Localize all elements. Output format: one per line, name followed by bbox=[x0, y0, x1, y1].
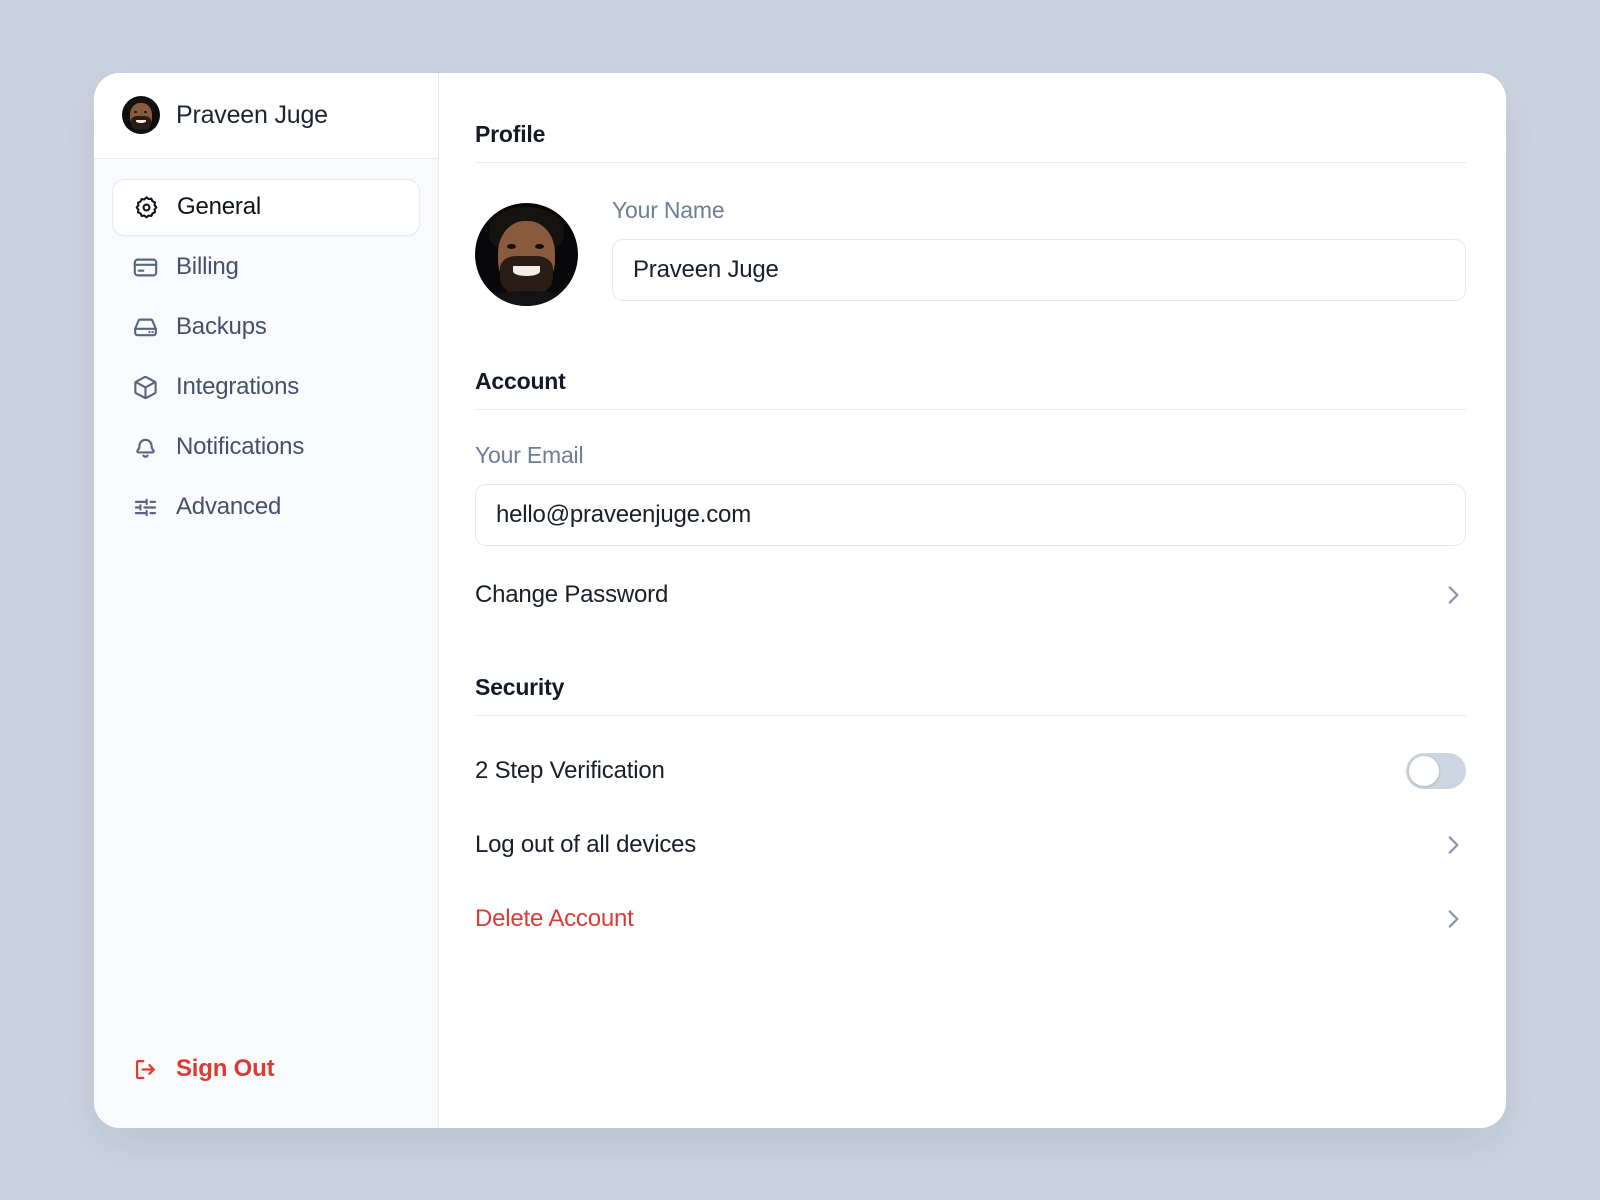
two-step-verification-label: 2 Step Verification bbox=[475, 756, 665, 784]
sidebar-item-advanced[interactable]: Advanced bbox=[112, 479, 420, 536]
page-background: Praveen Juge General Billing Backups Int… bbox=[0, 0, 1600, 1200]
sidebar-item-label: Billing bbox=[176, 253, 239, 280]
profile-row: Your Name bbox=[475, 197, 1466, 306]
name-field-group: Your Name bbox=[612, 197, 1466, 301]
sidebar-item-label: Advanced bbox=[176, 493, 282, 520]
profile-avatar-photo[interactable] bbox=[475, 202, 578, 306]
settings-window: Praveen Juge General Billing Backups Int… bbox=[94, 72, 1506, 1128]
chevron-right-icon bbox=[1440, 906, 1466, 932]
bell-icon bbox=[130, 432, 160, 462]
sidebar-item-label: Integrations bbox=[176, 373, 300, 400]
sidebar-item-general[interactable]: General bbox=[112, 178, 420, 236]
sidebar-item-label: Notifications bbox=[176, 433, 305, 460]
delete-account-row[interactable]: Delete Account bbox=[475, 886, 1466, 952]
hard-drive-icon bbox=[130, 312, 160, 342]
sidebar-item-label: General bbox=[177, 193, 261, 220]
log-out-all-devices-row[interactable]: Log out of all devices bbox=[475, 812, 1466, 878]
sidebar-user-header[interactable]: Praveen Juge bbox=[94, 72, 438, 159]
sign-out-label: Sign Out bbox=[176, 1055, 275, 1082]
toggle-knob bbox=[1409, 755, 1439, 786]
logout-icon bbox=[130, 1054, 160, 1084]
change-password-label: Change Password bbox=[475, 580, 669, 608]
name-field-label: Your Name bbox=[612, 196, 725, 223]
two-step-verification-toggle[interactable] bbox=[1406, 752, 1466, 789]
email-field-label: Your Email bbox=[475, 441, 584, 468]
email-field-group: Your Email bbox=[475, 442, 1466, 546]
security-section-title: Security bbox=[475, 674, 1466, 716]
sidebar-item-notifications[interactable]: Notifications bbox=[112, 419, 420, 476]
profile-section-title: Profile bbox=[475, 121, 1466, 163]
sidebar-item-billing[interactable]: Billing bbox=[112, 239, 420, 296]
settings-rosette-icon bbox=[131, 192, 161, 222]
cube-icon bbox=[130, 372, 160, 402]
sliders-icon bbox=[130, 492, 160, 522]
change-password-row[interactable]: Change Password bbox=[475, 562, 1466, 628]
sidebar-item-backups[interactable]: Backups bbox=[112, 299, 420, 356]
chevron-right-icon bbox=[1440, 582, 1466, 608]
name-input[interactable] bbox=[612, 238, 1466, 301]
credit-card-icon bbox=[130, 252, 160, 282]
sidebar-nav: General Billing Backups Integrations Not… bbox=[94, 159, 438, 536]
sidebar-user-name: Praveen Juge bbox=[176, 100, 328, 129]
sidebar: Praveen Juge General Billing Backups Int… bbox=[94, 72, 439, 1128]
log-out-all-devices-label: Log out of all devices bbox=[475, 830, 697, 858]
account-section-title: Account bbox=[475, 368, 1466, 410]
sidebar-item-label: Backups bbox=[176, 313, 267, 340]
settings-content: Profile Your Name Account bbox=[439, 72, 1506, 1128]
two-step-verification-row[interactable]: 2 Step Verification bbox=[475, 738, 1466, 804]
email-input[interactable] bbox=[475, 483, 1466, 546]
user-avatar-photo bbox=[122, 96, 160, 134]
sidebar-item-integrations[interactable]: Integrations bbox=[112, 359, 420, 416]
delete-account-label: Delete Account bbox=[475, 904, 634, 932]
chevron-right-icon bbox=[1440, 832, 1466, 858]
sign-out-button[interactable]: Sign Out bbox=[112, 1041, 420, 1098]
